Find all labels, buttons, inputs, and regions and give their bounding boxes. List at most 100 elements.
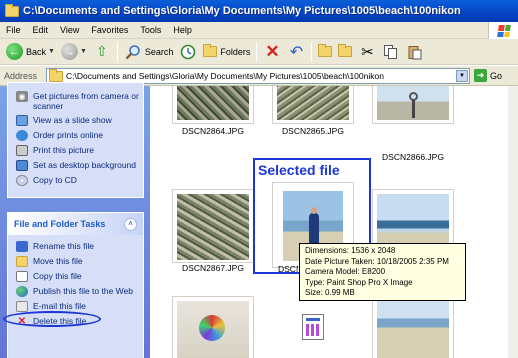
file-name[interactable]: DSCN2864.JPG: [168, 126, 258, 136]
task-slide-show[interactable]: View as a slide show: [8, 113, 143, 128]
camera-icon: ◉: [16, 91, 28, 102]
address-dropdown-button[interactable]: ▼: [456, 70, 468, 82]
move-to-button[interactable]: [315, 41, 335, 63]
history-icon: [179, 43, 197, 61]
delete-toolbar-button[interactable]: ✕: [260, 41, 284, 63]
task-label: Rename this file: [33, 241, 94, 251]
task-label: E-mail this file: [33, 301, 86, 311]
title-bar: C:\Documents and Settings\Gloria\My Docu…: [0, 0, 518, 22]
file-folder-tasks-panel: File and Folder Tasks ˄ Rename this file…: [7, 212, 144, 358]
explorer-window: C:\Documents and Settings\Gloria\My Docu…: [0, 0, 518, 358]
address-label: Address: [4, 70, 38, 81]
task-get-pictures[interactable]: ◉ Get pictures from camera or scanner: [8, 89, 143, 113]
printer-icon: [16, 145, 28, 156]
toolbar-separator: [256, 41, 258, 62]
back-button[interactable]: ← Back ▼: [3, 41, 58, 63]
photo-beach-debris: [177, 194, 249, 260]
search-label: Search: [144, 46, 174, 57]
slideshow-icon: [16, 115, 28, 126]
task-print-picture[interactable]: Print this picture: [8, 143, 143, 158]
move-to-folder-icon: [318, 44, 333, 57]
task-rename[interactable]: Rename this file: [8, 239, 143, 254]
task-label: Copy to CD: [33, 175, 77, 185]
history-button[interactable]: [176, 41, 200, 63]
thumbnail[interactable]: [272, 296, 354, 358]
tooltip-type: Type: Paint Shop Pro X Image: [305, 277, 413, 287]
up-folder-button[interactable]: ⇧: [90, 41, 114, 63]
move-icon: [16, 256, 28, 267]
thumbnail[interactable]: [172, 189, 254, 263]
task-order-prints[interactable]: Order prints online: [8, 128, 143, 143]
menu-file[interactable]: File: [0, 25, 27, 35]
forward-arrow-icon: →: [60, 43, 78, 60]
collapse-chevron-icon[interactable]: ˄: [124, 217, 137, 231]
menu-favorites[interactable]: Favorites: [85, 25, 134, 35]
selected-file-callout: Selected file: [258, 162, 340, 178]
cd-icon: [16, 175, 28, 186]
menu-tools[interactable]: Tools: [134, 25, 167, 35]
go-label: Go: [490, 70, 503, 81]
menu-view[interactable]: View: [54, 25, 85, 35]
folder-icon: [5, 3, 19, 17]
undo-icon: ↶: [289, 43, 304, 61]
task-label: Print this picture: [33, 145, 94, 155]
go-arrow-icon: ➜: [474, 69, 487, 82]
rename-icon: [16, 241, 28, 252]
task-label: View as a slide show: [33, 115, 112, 125]
search-button[interactable]: Search: [121, 41, 177, 63]
task-label: Get pictures from camera or scanner: [33, 91, 139, 111]
thumbnail[interactable]: [172, 86, 254, 124]
thumbnail[interactable]: [272, 86, 354, 124]
task-copy-to-cd[interactable]: Copy to CD: [8, 173, 143, 188]
photo-seaweed: [277, 86, 349, 120]
tooltip-date-taken: Date Picture Taken: 10/18/2005 2:35 PM: [305, 256, 449, 266]
task-label: Order prints online: [33, 130, 103, 140]
task-label: Set as desktop background: [33, 160, 137, 170]
task-move[interactable]: Move this file: [8, 254, 143, 269]
menu-help[interactable]: Help: [167, 25, 198, 35]
toolbar-separator: [311, 41, 313, 62]
undo-button[interactable]: ↶: [284, 41, 308, 63]
copy-to-folder-icon: [338, 44, 353, 57]
task-label: Publish this file to the Web: [33, 286, 134, 296]
file-name[interactable]: DSCN2866.JPG: [368, 152, 458, 162]
copy-icon: [16, 271, 28, 282]
file-name[interactable]: DSCN2867.JPG: [168, 263, 258, 273]
folders-icon: [203, 44, 218, 57]
globe-icon: [16, 286, 28, 297]
up-folder-icon: ⇧: [96, 43, 108, 59]
search-icon: [124, 43, 142, 61]
menu-edit[interactable]: Edit: [27, 25, 55, 35]
windows-logo: [488, 22, 518, 39]
chevron-down-icon: ▼: [48, 48, 55, 55]
task-label: Copy this file: [33, 271, 82, 281]
folders-button[interactable]: Folders: [200, 41, 253, 63]
photo-beach-walk: [377, 301, 449, 358]
go-button[interactable]: ➜ Go: [474, 69, 502, 82]
back-label: Back: [26, 46, 47, 57]
address-value: C:\Documents and Settings\Gloria\My Docu…: [66, 71, 384, 81]
thumbnail[interactable]: [172, 296, 254, 358]
toolbar: ← Back ▼ → ▼ ⇧ Search Folders ✕ ↶ ✂: [0, 39, 518, 65]
thumbnail[interactable]: [372, 296, 454, 358]
vertical-scrollbar[interactable]: [508, 86, 518, 358]
order-prints-icon: [16, 130, 28, 141]
task-publish-web[interactable]: Publish this file to the Web: [8, 284, 143, 299]
thumbnail[interactable]: [372, 86, 454, 124]
windows-xp-flag-icon: [496, 24, 511, 37]
file-tasks-header[interactable]: File and Folder Tasks ˄: [8, 213, 143, 235]
task-label: Move this file: [33, 256, 83, 266]
task-desktop-background[interactable]: Set as desktop background: [8, 158, 143, 173]
paste-button[interactable]: [403, 41, 427, 63]
folders-label: Folders: [220, 46, 251, 57]
task-copy[interactable]: Copy this file: [8, 269, 143, 284]
task-pane: ◉ Get pictures from camera or scanner Vi…: [0, 82, 150, 358]
window-title: C:\Documents and Settings\Gloria\My Docu…: [23, 5, 461, 17]
copy-button[interactable]: [379, 41, 403, 63]
picture-tasks-panel: ◉ Get pictures from camera or scanner Vi…: [7, 82, 144, 198]
email-icon: [16, 301, 28, 312]
file-name[interactable]: DSCN2865.JPG: [268, 126, 358, 134]
cut-button[interactable]: ✂: [355, 41, 379, 63]
forward-button[interactable]: → ▼: [58, 41, 90, 63]
copy-to-button[interactable]: [335, 41, 355, 63]
